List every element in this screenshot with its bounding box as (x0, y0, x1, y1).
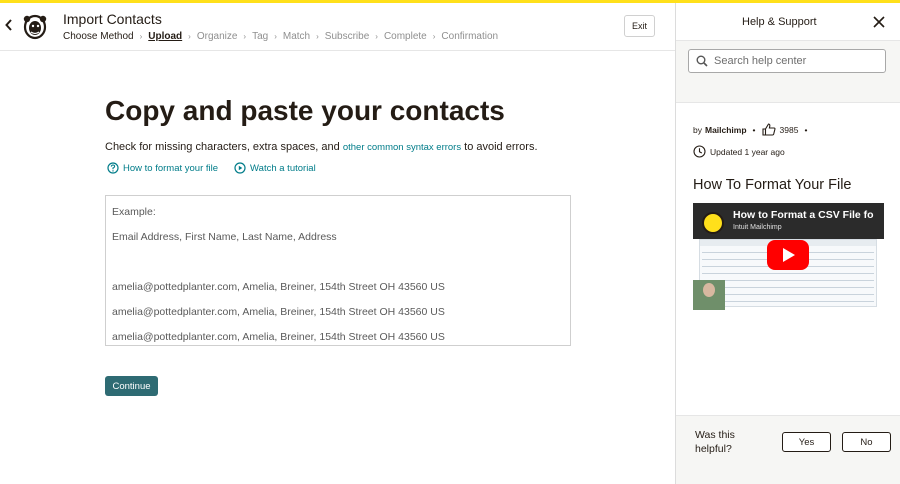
article-by-label: by (693, 124, 702, 135)
article-author: Mailchimp (704, 124, 747, 135)
tutorial-video-thumbnail[interactable]: How to Format a CSV File fo Intuit Mailc… (693, 203, 884, 310)
instructions-text: Check for missing characters, extra spac… (105, 141, 538, 153)
step-choose-method[interactable]: Choose Method (63, 31, 134, 42)
help-search-input[interactable] (714, 55, 879, 67)
feedback-yes-button[interactable]: Yes (782, 432, 831, 452)
instructions-prefix: Check for missing characters, extra spac… (105, 141, 343, 153)
play-icon (783, 248, 795, 262)
chevron-right-icon: › (375, 32, 378, 41)
chevron-left-icon (5, 19, 12, 31)
close-help-button[interactable] (872, 15, 886, 29)
chevron-right-icon: › (432, 32, 436, 41)
step-complete: Complete (383, 31, 427, 42)
import-main-area: Import Contacts Choose Method › Upload ›… (0, 3, 675, 484)
channel-logo-icon (702, 212, 724, 234)
help-search-box[interactable] (688, 49, 886, 73)
mailchimp-logo-icon (22, 12, 48, 40)
watch-tutorial-link-label: Watch a tutorial (250, 162, 316, 174)
video-title: How to Format a CSV File fo (733, 209, 874, 221)
like-count: 3985 (779, 124, 799, 135)
main-heading: Copy and paste your contacts (105, 95, 505, 126)
close-icon (873, 16, 885, 28)
paste-example-header: Email Address, First Name, Last Name, Ad… (112, 231, 337, 243)
play-circle-icon (234, 162, 246, 174)
step-match: Match (282, 31, 311, 42)
format-file-link-label: How to format your file (123, 162, 219, 174)
step-upload[interactable]: Upload (148, 31, 182, 42)
paste-example-row: amelia@pottedplanter.com, Amelia, Breine… (112, 306, 445, 318)
step-confirmation: Confirmation (441, 31, 499, 42)
chevron-right-icon: › (243, 32, 247, 41)
help-support-panel: Help & Support by Mailchimp • 3985 • (675, 3, 900, 484)
meta-separator: • (752, 124, 756, 135)
step-tag: Tag (252, 31, 269, 42)
spreadsheet-row (702, 280, 874, 281)
help-panel-title: Help & Support (742, 16, 817, 28)
contacts-paste-textarea[interactable]: Example: Email Address, First Name, Last… (105, 195, 571, 346)
spreadsheet-row (702, 273, 874, 274)
exit-button[interactable]: Exit (624, 15, 655, 37)
format-file-link[interactable]: How to format your file (107, 162, 218, 174)
spreadsheet-row (702, 301, 874, 302)
help-panel-header: Help & Support (676, 3, 900, 41)
video-channel: Intuit Mailchimp (733, 224, 782, 231)
import-steps-breadcrumb: Choose Method › Upload › Organize › Tag … (63, 31, 498, 42)
feedback-question: Was this helpful? (695, 429, 735, 455)
paste-example-row: amelia@pottedplanter.com, Amelia, Breine… (112, 281, 445, 293)
paste-example-row: amelia@pottedplanter.com, Amelia, Breine… (112, 331, 445, 343)
updated-text: Updated 1 year ago (710, 146, 785, 157)
instructions-suffix: to avoid errors. (461, 141, 538, 153)
page-title: Import Contacts (63, 11, 162, 27)
paste-example-label: Example: (112, 206, 156, 218)
file-help-icon (107, 162, 119, 174)
meta-separator: • (804, 124, 808, 135)
import-header: Import Contacts Choose Method › Upload ›… (0, 3, 675, 51)
chevron-right-icon: › (316, 32, 319, 41)
article-meta: by Mailchimp • 3985 • (693, 123, 813, 136)
search-icon (696, 55, 708, 67)
feedback-no-button[interactable]: No (842, 432, 891, 452)
clock-icon (693, 145, 706, 158)
step-subscribe: Subscribe (324, 31, 370, 42)
feedback-section: Was this helpful? Yes No (676, 415, 900, 484)
watch-tutorial-link[interactable]: Watch a tutorial (234, 162, 316, 174)
article-updated: Updated 1 year ago (693, 145, 785, 158)
spreadsheet-row (702, 287, 874, 288)
chevron-right-icon: › (274, 32, 277, 41)
chevron-right-icon: › (139, 32, 143, 41)
continue-button[interactable]: Continue (105, 376, 158, 396)
spreadsheet-row (702, 294, 874, 295)
article-title: How To Format Your File (693, 177, 852, 193)
help-links: How to format your file Watch a tutorial (107, 162, 332, 174)
step-organize: Organize (196, 31, 238, 42)
syntax-errors-link[interactable]: other common syntax errors (343, 142, 461, 153)
help-search-area (676, 41, 900, 103)
presenter-head (703, 283, 715, 297)
thumbs-up-icon[interactable] (761, 123, 776, 136)
chevron-right-icon: › (188, 32, 191, 41)
back-button[interactable] (5, 19, 15, 33)
